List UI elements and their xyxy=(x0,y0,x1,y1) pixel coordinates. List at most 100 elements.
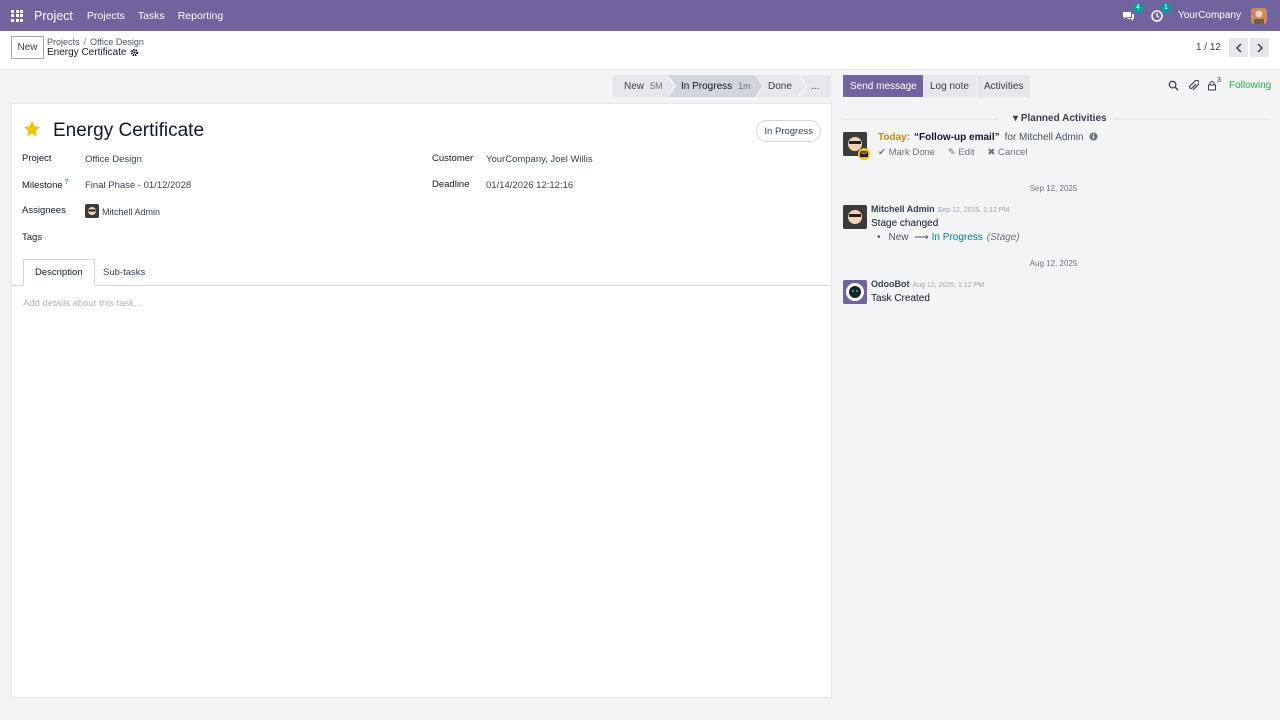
milestone-label-text: Milestone xyxy=(22,180,63,192)
stage-done-label: Done xyxy=(768,80,792,92)
apps-menu-icon[interactable] xyxy=(0,0,34,31)
info-icon[interactable] xyxy=(1086,132,1098,143)
planned-activities-label: Planned Activities xyxy=(1020,113,1107,124)
tracking-new-value: In Progress xyxy=(931,232,983,243)
tab-description[interactable]: Description xyxy=(23,259,95,286)
company-switcher[interactable]: YourCompany xyxy=(1178,10,1241,21)
breadcrumb: Projects / Office Design xyxy=(47,37,144,47)
user-avatar[interactable] xyxy=(1251,7,1267,24)
paperclip-icon[interactable] xyxy=(1188,79,1200,92)
stage-in-progress-label: In Progress xyxy=(681,80,733,92)
stage-in-progress-duration: 1m xyxy=(738,81,751,91)
close-icon: ✖ xyxy=(987,147,996,158)
tab-sub-tasks[interactable]: Sub-tasks xyxy=(92,259,156,286)
current-record-name: Energy Certificate xyxy=(47,47,127,58)
cancel-label: Cancel xyxy=(997,147,1028,158)
message-body: Stage changed xyxy=(871,218,939,229)
project-label: Project xyxy=(22,153,52,164)
message-date: Sep 12, 2025, 1:12 PM xyxy=(937,207,1010,214)
message-author-name[interactable]: Mitchell Admin xyxy=(871,204,935,214)
date-separator-label: Aug 12, 2025 xyxy=(1029,259,1078,268)
assignees-label: Assignees xyxy=(22,205,66,216)
tracking-old-value: New xyxy=(888,232,909,243)
gear-icon[interactable] xyxy=(130,48,139,57)
chevron-left-icon xyxy=(1235,42,1242,53)
top-navbar: Project Projects Tasks Reporting 4 1 You… xyxy=(0,0,1280,31)
tracking-value: • New ⟶ In Progress (Stage) xyxy=(877,232,1020,243)
app-brand[interactable]: Project xyxy=(34,9,73,23)
tags-label: Tags xyxy=(22,232,43,243)
messages-badge: 4 xyxy=(1132,2,1143,13)
activities-clock-icon[interactable]: 1 xyxy=(1150,2,1171,23)
edit-label: Edit xyxy=(958,147,975,158)
message-body: Task Created xyxy=(871,293,930,304)
following-button[interactable]: Following xyxy=(1229,80,1271,91)
menu-tasks[interactable]: Tasks xyxy=(138,10,165,22)
date-separator: Aug 12, 2025 xyxy=(843,259,1264,268)
new-button[interactable]: New xyxy=(11,36,44,59)
star-priority-icon[interactable] xyxy=(23,120,41,138)
caret-down-icon: ▾ xyxy=(1013,113,1021,124)
pager-value[interactable]: 1 / 12 xyxy=(1196,42,1221,53)
breadcrumb-office-design[interactable]: Office Design xyxy=(90,37,144,47)
milestone-help-icon[interactable]: ? xyxy=(65,179,69,186)
breadcrumb-current-record: Energy Certificate xyxy=(47,47,139,58)
customer-label: Customer xyxy=(432,153,474,164)
form-notebook-tabs: Description Sub-tasks xyxy=(12,259,831,286)
message-author-avatar[interactable] xyxy=(843,205,867,229)
message-date: Aug 12, 2025, 1:12 PM xyxy=(912,282,985,289)
assignee-avatar xyxy=(85,204,99,218)
breadcrumb-projects[interactable]: Projects xyxy=(47,37,80,47)
activities-button[interactable]: Activities xyxy=(977,75,1031,97)
stage-new[interactable]: New 5M xyxy=(613,75,676,97)
customer-field[interactable]: YourCompany, Joel Willis xyxy=(486,154,593,165)
stage-new-duration: 5M xyxy=(650,81,663,91)
tracking-field-name: (Stage) xyxy=(986,232,1020,243)
deadline-field[interactable]: 01/14/2026 12:12:16 xyxy=(486,180,573,191)
stage-new-label: New xyxy=(624,80,645,92)
project-field[interactable]: Office Design xyxy=(85,154,142,165)
pager-next-button[interactable] xyxy=(1250,38,1269,57)
message-author: OdooBot Aug 12, 2025, 1:12 PM xyxy=(871,279,984,289)
activity-actions: ✔ Mark Done ✎ Edit ✖ Cancel xyxy=(878,147,1038,158)
followers-count: 3 xyxy=(1217,77,1221,84)
planned-activities-toggle[interactable]: ▾ Planned Activities xyxy=(1013,113,1107,124)
chevron-right-icon xyxy=(1256,42,1263,53)
divider xyxy=(1113,119,1268,120)
deadline-label: Deadline xyxy=(432,179,470,190)
activities-badge: 1 xyxy=(1160,2,1171,13)
control-panel: New Projects / Office Design Energy Certif… xyxy=(0,31,1280,70)
mark-done-label: Mark Done xyxy=(888,147,936,158)
task-state-badge[interactable]: In Progress xyxy=(756,120,821,142)
date-separator-label: Sep 12, 2025 xyxy=(1029,184,1078,193)
mark-done-button[interactable]: ✔ Mark Done xyxy=(878,147,935,158)
log-note-button[interactable]: Log note xyxy=(923,75,976,97)
activity-item: Today: “Follow-up email” for Mitchell Admi… xyxy=(878,132,1098,143)
edit-activity-button[interactable]: ✎ Edit xyxy=(948,147,975,158)
activity-due-label: Today: xyxy=(878,132,911,143)
message-author: Mitchell Admin Sep 12, 2025, 1:12 PM xyxy=(871,204,1009,214)
search-icon[interactable] xyxy=(1168,80,1180,92)
form-sheet: Energy Certificate In Progress Project O… xyxy=(11,103,832,698)
activity-assignee: for Mitchell Admin xyxy=(1004,132,1084,143)
divider xyxy=(843,119,998,120)
cancel-activity-button[interactable]: ✖ Cancel xyxy=(987,147,1027,158)
milestone-field[interactable]: Final Phase - 01/12/2028 xyxy=(85,180,191,191)
pencil-icon: ✎ xyxy=(947,147,956,158)
description-editor[interactable]: Add details about this task... xyxy=(23,298,142,309)
message-author-name[interactable]: OdooBot xyxy=(871,279,910,289)
messages-icon[interactable]: 4 xyxy=(1122,2,1143,23)
send-message-button[interactable]: Send message xyxy=(843,75,924,97)
pager-previous-button[interactable] xyxy=(1229,38,1248,57)
stage-in-progress[interactable]: In Progress 1m xyxy=(667,75,764,97)
email-activity-icon xyxy=(858,148,870,160)
assignee-name[interactable]: Mitchell Admin xyxy=(102,207,160,217)
menu-projects[interactable]: Projects xyxy=(87,10,125,22)
odoobot-avatar[interactable] xyxy=(843,280,867,304)
arrow-right-icon: ⟶ xyxy=(914,232,929,243)
stage-statusbar: New 5M In Progress 1m Done ... xyxy=(613,75,831,97)
activity-summary: “Follow-up email” xyxy=(914,132,1000,143)
task-title-input[interactable]: Energy Certificate xyxy=(53,120,204,142)
date-separator: Sep 12, 2025 xyxy=(843,184,1264,193)
menu-reporting[interactable]: Reporting xyxy=(178,10,224,22)
